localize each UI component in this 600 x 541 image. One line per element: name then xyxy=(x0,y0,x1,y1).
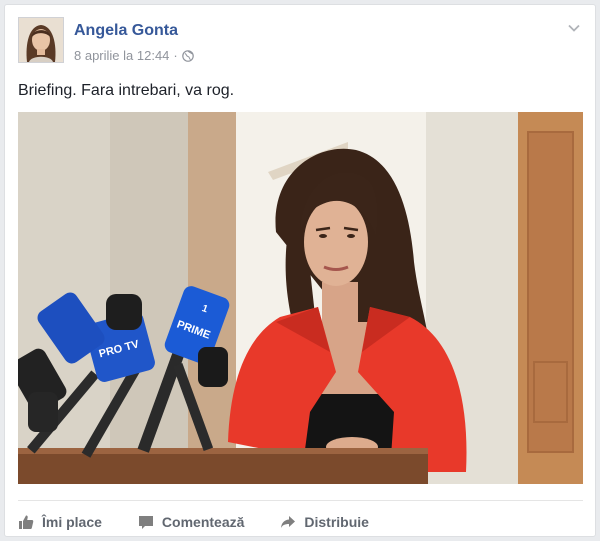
post-timestamp[interactable]: 8 aprilie la 12:44 xyxy=(74,48,169,63)
post-photo[interactable]: PRIME 1 PRO TV xyxy=(18,112,583,484)
chevron-down-icon[interactable] xyxy=(567,21,581,35)
post-meta: 8 aprilie la 12:44 · xyxy=(74,48,194,63)
comment-icon xyxy=(138,516,153,529)
thumbs-up-icon xyxy=(19,515,34,529)
share-label: Distribuie xyxy=(304,514,369,530)
meta-separator: · xyxy=(173,48,178,63)
like-button[interactable]: Îmi place xyxy=(18,508,102,530)
comment-label: Comentează xyxy=(161,514,245,530)
avatar-image xyxy=(19,18,63,62)
author-name[interactable]: Angela Gonta xyxy=(74,22,178,40)
like-label: Îmi place xyxy=(42,514,102,530)
avatar[interactable] xyxy=(18,17,64,63)
globe-icon[interactable] xyxy=(181,49,194,62)
post-text: Briefing. Fara intrebari, va rog. xyxy=(18,82,235,99)
share-button[interactable]: Distribuie xyxy=(280,508,369,530)
press-briefing-photo: PRIME 1 PRO TV xyxy=(18,112,583,484)
post-card: Angela Gonta 8 aprilie la 12:44 · Briefi… xyxy=(4,4,596,537)
share-icon xyxy=(281,516,296,528)
post-actions-bar: Îmi place Comentează Distribuie xyxy=(18,500,583,537)
comment-button[interactable]: Comentează xyxy=(138,508,244,530)
